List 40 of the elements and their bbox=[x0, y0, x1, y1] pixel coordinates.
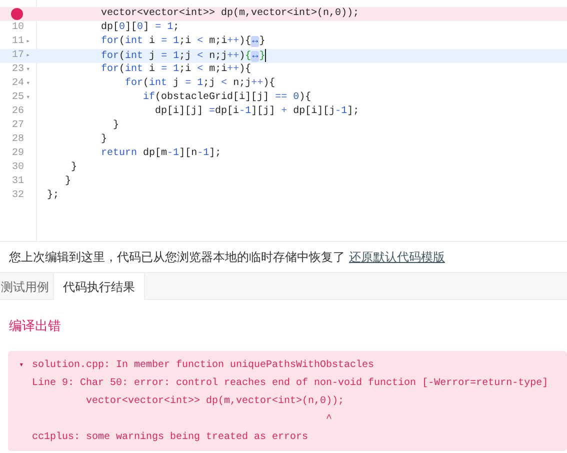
line-number: 24 bbox=[12, 77, 24, 91]
line-number: 25 bbox=[12, 91, 24, 105]
tab[interactable]: 测试用例 bbox=[0, 273, 53, 300]
code-line: } bbox=[70, 161, 78, 175]
code-line: } bbox=[64, 175, 72, 189]
tab[interactable]: 代码执行结果 bbox=[53, 273, 145, 300]
line-number: 27 bbox=[12, 119, 24, 133]
code-line: } bbox=[100, 133, 108, 147]
code-line: if(obstacleGrid[i][j] == 0){ bbox=[142, 91, 312, 105]
code-line: dp[0][0] = 1; bbox=[100, 21, 180, 35]
line-number: 23 bbox=[12, 63, 24, 77]
error-message-line: Line 9: Char 50: error: control reaches end of non-void function [-Werror=return-type] bbox=[32, 378, 548, 389]
line-number: 28 bbox=[12, 133, 24, 147]
error-message-line: cc1plus: some warnings being treated as errors bbox=[32, 432, 308, 443]
code-line: vector<vector<int>> dp(m,vector<int>(n,0)); bbox=[100, 7, 360, 21]
compile-status: 编译出错 bbox=[9, 319, 61, 334]
restore-default-link[interactable]: 还原默认代码模版 bbox=[349, 250, 445, 264]
restore-notice: 您上次编辑到这里，代码已从您浏览器本地的临时存储中恢复了 bbox=[9, 250, 345, 264]
code-line: dp[i][j] =dp[i-1][j] + dp[i][j-1]; bbox=[154, 105, 360, 119]
code-line: }; bbox=[46, 189, 60, 203]
code-line: for(int j = 1;j < n;j++){↔} bbox=[100, 49, 266, 63]
line-number: 31 bbox=[12, 175, 24, 189]
code-line: for(int j = 1;j < n;j++){ bbox=[124, 77, 276, 91]
error-message-line: ^ bbox=[325, 414, 332, 425]
code-line: for(int i = 1;i < m;i++){↔} bbox=[100, 35, 266, 49]
collapse-toggle[interactable]: ▾ bbox=[19, 357, 24, 375]
error-message-line: solution.cpp: In member function uniquePathsWithObstacles bbox=[32, 360, 374, 371]
code-editor[interactable] bbox=[0, 0, 567, 242]
code-line: } bbox=[112, 119, 120, 133]
code-line: return dp[m-1][n-1]; bbox=[100, 147, 222, 161]
error-message-line: vector<vector<int>> dp(m,vector<int>(n,0)); bbox=[85, 396, 344, 407]
line-number: 32 bbox=[12, 189, 24, 203]
line-number: 11 bbox=[12, 35, 24, 49]
line-number: 30 bbox=[12, 161, 24, 175]
code-line: for(int i = 1;i < m;i++){ bbox=[100, 63, 252, 77]
error-icon bbox=[11, 8, 23, 20]
line-number: 17 bbox=[12, 49, 24, 63]
line-number: 10 bbox=[12, 21, 24, 35]
line-number: 26 bbox=[12, 105, 24, 119]
line-number: 29 bbox=[12, 147, 24, 161]
